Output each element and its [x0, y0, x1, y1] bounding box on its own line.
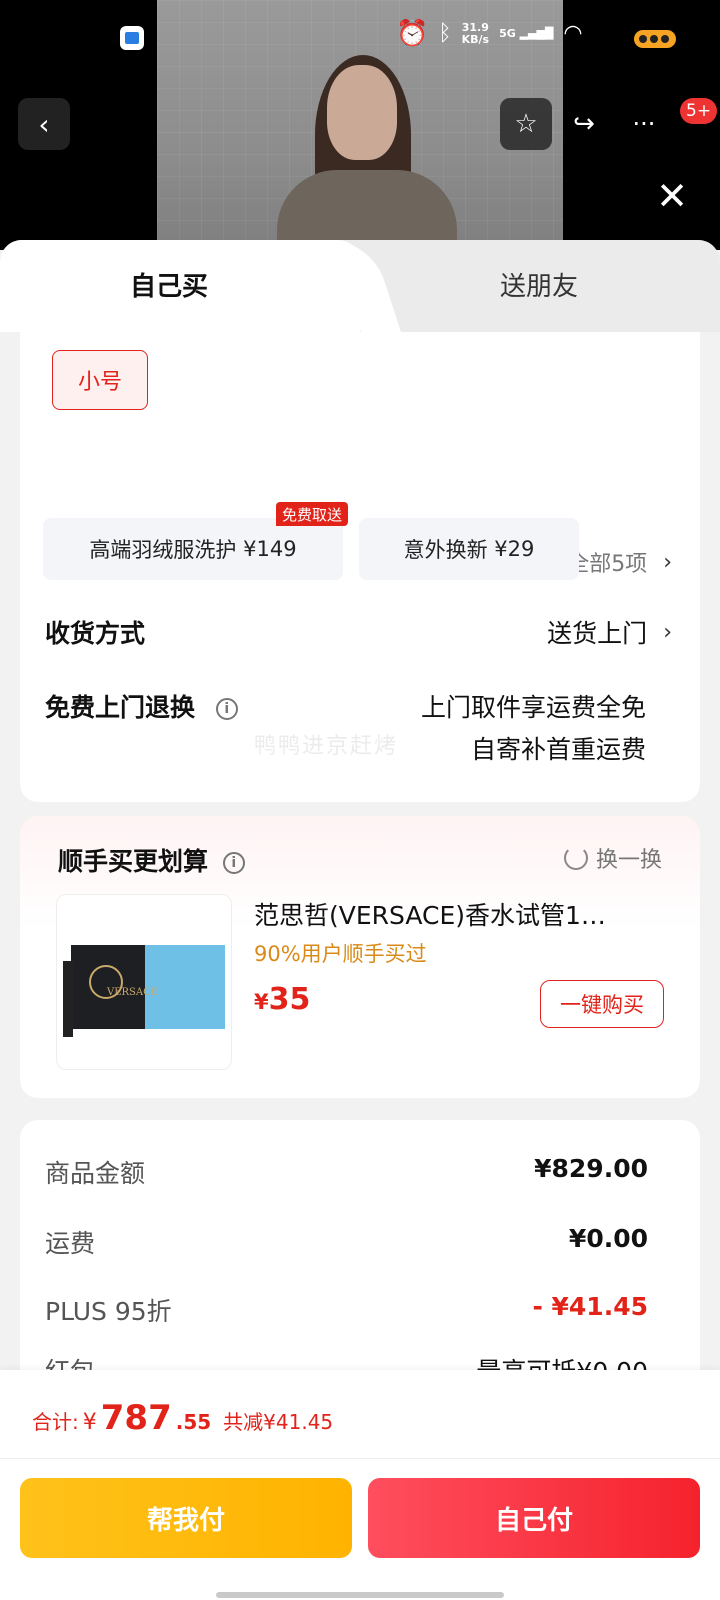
addon-subtitle: 90%用户顺手买过 [254, 942, 427, 966]
signal-icon: 5G ▂▄▆█ [499, 27, 554, 40]
shipping-row: 运费 ¥0.00 [45, 1224, 648, 1260]
service-option-name: 高端羽绒服洗护 [89, 538, 237, 562]
notification-badge: 5+ [680, 98, 718, 124]
total-label: 合计: [32, 1410, 79, 1434]
product-image-area: ⏰ ᛒ 31.9 KB/s 5G ▂▄▆█ ◠ ‹ ☆ ↪ ··· 5+ ✕ [0, 0, 720, 250]
return-line-2: 自寄补首重运费 [470, 735, 646, 764]
bluetooth-icon: ᛒ [438, 21, 452, 46]
free-return-text: 免费上门退换 [45, 693, 196, 722]
share-icon: ↪ [573, 109, 595, 139]
total-amount: 合计: ¥ 787 .55 共减¥41.45 [32, 1398, 333, 1438]
more-button[interactable]: ··· [618, 98, 670, 150]
purchase-tabs: 自己买 送朋友 [0, 240, 720, 332]
service-option-down-care[interactable]: 高端羽绒服洗护 ¥149 [43, 518, 343, 580]
swap-button[interactable]: 换一换 [563, 842, 662, 874]
thumb-brand-text: VERSACE [107, 987, 159, 998]
favorite-button[interactable]: ☆ [500, 98, 552, 150]
swap-label: 换一换 [595, 848, 662, 873]
addon-title-text: 顺手买更划算 [58, 847, 209, 876]
battery-icon [634, 30, 676, 48]
total-currency: ¥ [82, 1410, 97, 1435]
tab-send-to-friend[interactable]: 送朋友 [500, 266, 578, 303]
total-saved: 共减¥41.45 [223, 1410, 334, 1434]
watermark: 鸭鸭进京赶烤 [254, 734, 399, 759]
back-button[interactable]: ‹ [18, 98, 70, 150]
help-me-pay-button[interactable]: 帮我付 [20, 1478, 352, 1558]
goods-amount-row: 商品金额 ¥829.00 [45, 1154, 648, 1190]
one-click-buy-button[interactable]: 一键购买 [540, 980, 664, 1028]
service-option-price: ¥149 [243, 537, 297, 561]
info-icon[interactable]: i [222, 852, 245, 874]
tab-buy-for-self[interactable]: 自己买 [0, 240, 360, 332]
currency-symbol: ¥ [254, 990, 269, 1014]
addon-title: 顺手买更划算 i [58, 842, 245, 878]
divider [0, 1458, 720, 1459]
return-line-1: 上门取件享运费全免 [420, 693, 646, 722]
purchase-sheet: 自己买 送朋友 小号 服务 查看全部5项 › 高端羽绒服洗护 ¥149 免费取送… [0, 240, 720, 1600]
close-icon: ✕ [656, 174, 688, 218]
plus-discount-row: PLUS 95折 - ¥41.45 [45, 1292, 648, 1328]
star-icon: ☆ [514, 109, 538, 139]
addon-price-value: 35 [268, 982, 311, 1017]
service-option-price: ¥29 [494, 537, 535, 561]
home-indicator[interactable] [216, 1592, 504, 1598]
service-option-replacement[interactable]: 意外换新 ¥29 [359, 518, 579, 580]
status-bar: ⏰ ᛒ 31.9 KB/s 5G ▂▄▆█ ◠ [0, 0, 720, 72]
addon-card: 顺手买更划算 i 换一换 VERSACE 范思哲(VERSACE)香水试管1… … [20, 816, 700, 1098]
addon-product-thumbnail[interactable]: VERSACE [56, 894, 232, 1070]
more-icon: ··· [632, 110, 656, 138]
network-speed: 31.9 KB/s [461, 21, 490, 46]
chevron-left-icon: ‹ [38, 107, 50, 141]
plus-discount-label: PLUS 95折 [45, 1297, 172, 1326]
wifi-icon: ◠ [563, 21, 583, 46]
free-pickup-tag: 免费取送 [276, 502, 349, 526]
info-icon[interactable]: i [215, 698, 238, 720]
delivery-method[interactable]: 送货上门 › [547, 614, 672, 650]
share-button[interactable]: ↪ [558, 98, 610, 150]
total-integer: 787 [100, 1398, 172, 1438]
chevron-right-icon: › [663, 549, 672, 575]
pay-myself-button[interactable]: 自己付 [368, 1478, 700, 1558]
app-notification-icon [120, 26, 144, 50]
addon-price: ¥35 [254, 982, 310, 1017]
goods-amount-value: ¥829.00 [534, 1154, 648, 1183]
size-option-selected[interactable]: 小号 [52, 350, 148, 410]
delivery-label: 收货方式 [45, 619, 146, 648]
addon-product-name[interactable]: 范思哲(VERSACE)香水试管1… [254, 896, 634, 932]
alarm-icon: ⏰ [396, 19, 429, 49]
tab-self-label: 自己买 [130, 272, 209, 302]
chevron-right-icon: › [663, 619, 672, 645]
total-decimal: .55 [175, 1410, 212, 1434]
goods-amount-label: 商品金额 [45, 1159, 146, 1188]
free-return-label: 免费上门退换 i [45, 688, 238, 724]
service-option-name: 意外换新 [403, 538, 488, 562]
options-card: 小号 服务 查看全部5项 › 高端羽绒服洗护 ¥149 免费取送 意外换新 ¥2… [20, 332, 700, 802]
shipping-label: 运费 [45, 1229, 96, 1258]
plus-discount-value: - ¥41.45 [532, 1292, 648, 1321]
delivery-value: 送货上门 [547, 619, 648, 648]
shipping-value: ¥0.00 [568, 1224, 648, 1253]
refresh-icon [563, 846, 588, 870]
close-sheet-button[interactable]: ✕ [652, 176, 692, 216]
checkout-bar: 合计: ¥ 787 .55 共减¥41.45 帮我付 自己付 [0, 1370, 720, 1600]
